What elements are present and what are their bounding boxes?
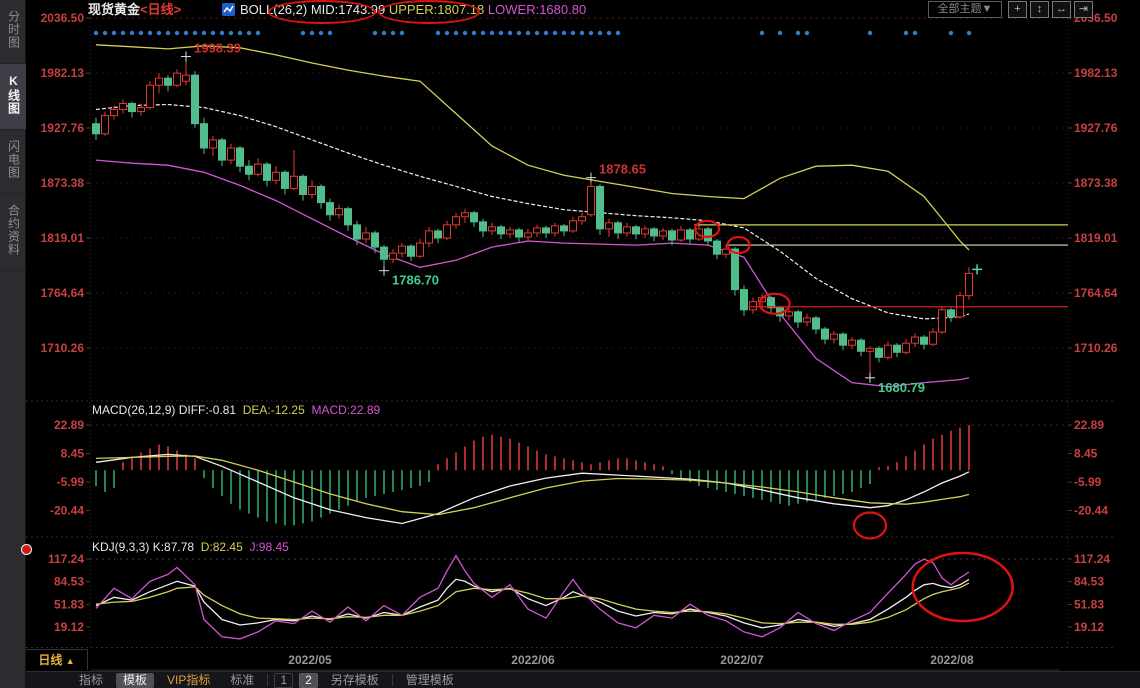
window-buttons: + ↕ ↔ ⇥ [1008, 1, 1093, 18]
chart-canvas[interactable]: 2036.502036.501982.131982.131927.761927.… [26, 0, 1140, 688]
price-annotation: 1786.70 [392, 273, 439, 288]
y-axis-label: 117.24 [1074, 552, 1110, 566]
kdj-j: J:98.45 [249, 540, 288, 554]
y-axis-label: 51.83 [1074, 597, 1104, 611]
y-axis-label: 1982.13 [1074, 66, 1118, 80]
macd-dea: DEA:-12.25 [243, 403, 305, 417]
y-axis-label: -20.44 [50, 504, 84, 518]
symbol-title: 现货黄金<日线> [88, 0, 181, 19]
y-axis-label: 1764.64 [1074, 286, 1118, 300]
x-axis-label: 2022/08 [907, 653, 997, 667]
bottom-toolbar: 指标 模板 VIP指标 标准 1 2 另存模板 管理模板 [26, 671, 1140, 688]
tab-vip-indicators[interactable]: VIP指标 [160, 673, 217, 688]
template-slot-1[interactable]: 1 [274, 673, 293, 688]
boll-lower-readout: LOWER:1680.80 [488, 2, 586, 17]
theme-dropdown[interactable]: 全部主题▼ [928, 1, 1002, 18]
macd-readout: MACD(26,12,9) DIFF:-0.81 DEA:-12.25 MACD… [92, 403, 380, 417]
divider [392, 674, 393, 686]
y-axis-label: -5.99 [1074, 475, 1102, 489]
x-axis-label: 2022/07 [697, 653, 787, 667]
y-axis-label: 84.53 [54, 575, 84, 589]
price-annotation: 1878.65 [599, 162, 646, 177]
y-axis-scale-icon[interactable]: ↕ [1030, 1, 1049, 18]
y-axis-label: 1873.38 [41, 176, 85, 190]
view-sidebar: 分时图 K线图 闪电图 合约资料 [0, 0, 26, 688]
pan-move-icon[interactable]: + [1008, 1, 1027, 18]
indicator-alert-icon[interactable] [21, 544, 32, 555]
y-axis-label: 1927.76 [1074, 121, 1118, 135]
macd-diff: DIFF:-0.81 [179, 403, 236, 417]
manage-template-button[interactable]: 管理模板 [399, 673, 461, 688]
period-tag: <日线> [140, 2, 181, 17]
price-annotation: 1998.39 [194, 41, 241, 56]
kdj-readout: KDJ(9,3,3) K:87.78 D:82.45 J:98.45 [92, 540, 289, 554]
macd-macd: MACD:22.89 [311, 403, 380, 417]
template-slot-2[interactable]: 2 [299, 673, 318, 688]
y-axis-label: -5.99 [57, 475, 85, 489]
sidebar-item-flash-chart[interactable]: 闪电图 [0, 130, 26, 194]
divider [267, 674, 268, 686]
y-axis-label: 1819.01 [1074, 231, 1118, 245]
triangle-up-icon: ▲ [66, 656, 75, 666]
x-axis-scale-icon[interactable]: ↔ [1052, 1, 1071, 18]
y-axis-label: 1710.26 [41, 341, 85, 355]
tab-templates[interactable]: 模板 [116, 673, 154, 688]
y-axis-label: 8.45 [61, 447, 85, 461]
x-axis-label: 2022/05 [265, 653, 355, 667]
x-axis-label: 2022/06 [488, 653, 578, 667]
trading-app: { "header": { "title": "现货黄金", "period_t… [0, 0, 1140, 688]
sidebar-item-kline-chart[interactable]: K线图 [0, 64, 26, 130]
y-axis-label: 51.83 [54, 597, 84, 611]
y-axis-label: 22.89 [54, 418, 84, 432]
y-axis-label: 22.89 [1074, 418, 1104, 432]
y-axis-label: 117.24 [48, 552, 84, 566]
pop-out-icon[interactable]: ⇥ [1074, 1, 1093, 18]
y-axis-label: 19.12 [54, 620, 84, 634]
y-axis-label: 1873.38 [1074, 176, 1118, 190]
tab-indicators[interactable]: 指标 [72, 673, 110, 688]
price-annotation: 1680.79 [878, 380, 925, 395]
save-template-button[interactable]: 另存模板 [324, 673, 386, 688]
annotation-ellipse-mid [268, 0, 376, 24]
chart-icon [222, 3, 235, 16]
sidebar-item-contract-info[interactable]: 合约资料 [0, 194, 26, 271]
kdj-d: D:82.45 [201, 540, 243, 554]
annotation-ellipse-upper [378, 0, 480, 24]
y-axis-label: 1710.26 [1074, 341, 1118, 355]
kdj-k: K:87.78 [153, 540, 194, 554]
y-axis-label: 1982.13 [41, 66, 85, 80]
y-axis-label: -20.44 [1074, 504, 1108, 518]
y-axis-label: 1819.01 [41, 231, 85, 245]
y-axis-label: 19.12 [1074, 620, 1104, 634]
y-axis-label: 1764.64 [41, 286, 85, 300]
period-selector[interactable]: 日线 ▲ [26, 649, 88, 670]
y-axis-label: 8.45 [1074, 447, 1098, 461]
y-axis-label: 1927.76 [41, 121, 85, 135]
tab-standard[interactable]: 标准 [223, 673, 261, 688]
y-axis-label: 84.53 [1074, 575, 1104, 589]
sidebar-item-timeline-chart[interactable]: 分时图 [0, 0, 26, 64]
